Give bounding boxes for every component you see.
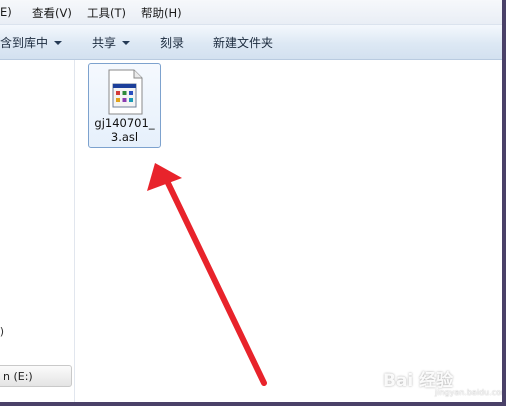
watermark: Bai 经验 jingyan.baidu.com <box>383 352 502 400</box>
watermark-url: jingyan.baidu.com <box>435 388 502 397</box>
explorer-window: E) 查看(V) 工具(T) 帮助(H) 含到库中 共享 刻录 新建文件夹 :)… <box>0 0 502 402</box>
red-arrow-annotation <box>147 163 267 386</box>
